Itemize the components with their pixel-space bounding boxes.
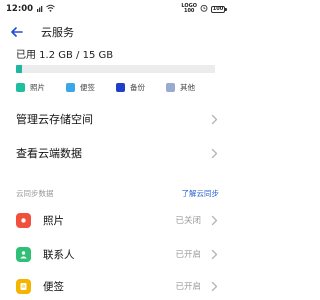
- storage-progress-bar: [16, 65, 215, 73]
- legend-swatch: [66, 82, 75, 92]
- page-title: 云服务: [41, 26, 74, 39]
- app-row-notes[interactable]: 便签 已开启: [0, 272, 231, 300]
- status-time: 12:00: [6, 4, 34, 14]
- sim-icon: [36, 4, 44, 14]
- legend-label: 备份: [130, 82, 145, 92]
- sync-section-title: 云同步数据: [16, 188, 54, 198]
- legend-label: 便签: [80, 82, 95, 92]
- wifi-icon: [46, 4, 55, 14]
- legend-swatch: [116, 82, 125, 92]
- chevron-right-icon: [211, 280, 219, 292]
- app-header: 云服务: [0, 18, 231, 46]
- storage-usage-text: 已用 1.2 GB / 15 GB: [16, 50, 114, 61]
- legend-item-notes: 便签: [66, 82, 116, 93]
- learn-sync-link[interactable]: 了解云同步: [182, 188, 220, 199]
- sync-status: 已关闭: [175, 216, 201, 226]
- battery-icon: 100: [211, 5, 227, 13]
- status-logo: LOGO 100: [181, 3, 197, 14]
- app-row-contacts[interactable]: 联系人 已开启: [0, 240, 231, 268]
- chevron-right-icon: [211, 248, 219, 260]
- chevron-right-icon: [211, 113, 219, 125]
- sync-status: 已开启: [175, 250, 201, 260]
- legend-item-backup: 备份: [116, 82, 166, 93]
- chevron-right-icon: [211, 147, 219, 159]
- legend-label: 其他: [180, 82, 195, 92]
- status-left-icons: [36, 4, 55, 14]
- app-label: 照片: [43, 214, 64, 227]
- legend-item-photos: 照片: [16, 82, 66, 93]
- back-arrow-icon[interactable]: [9, 24, 25, 40]
- status-bar: 12:00 LOGO 100 100: [0, 0, 231, 18]
- legend-swatch: [16, 82, 25, 92]
- legend-item-other: 其他: [166, 82, 216, 93]
- sync-section-header: 云同步数据 了解云同步: [0, 186, 231, 200]
- view-cloud-data-label: 查看云端数据: [16, 147, 82, 160]
- photos-icon: [16, 212, 31, 228]
- app-row-photos[interactable]: 照片 已关闭: [0, 206, 231, 234]
- legend-swatch: [166, 82, 175, 92]
- storage-progress-fill: [16, 65, 22, 73]
- legend-label: 照片: [30, 82, 45, 92]
- alarm-icon: [200, 4, 208, 14]
- sync-status: 已开启: [175, 282, 201, 292]
- contacts-icon: [16, 246, 31, 262]
- manage-storage-row[interactable]: 管理云存储空间: [0, 104, 231, 134]
- storage-legend: 照片 便签 备份 其他: [16, 80, 216, 94]
- chevron-right-icon: [211, 214, 219, 226]
- app-label: 联系人: [43, 248, 75, 261]
- view-cloud-data-row[interactable]: 查看云端数据: [0, 138, 231, 168]
- app-label: 便签: [43, 280, 64, 293]
- notes-icon: [16, 278, 31, 294]
- status-right: LOGO 100 100: [181, 3, 227, 14]
- manage-storage-label: 管理云存储空间: [16, 113, 93, 126]
